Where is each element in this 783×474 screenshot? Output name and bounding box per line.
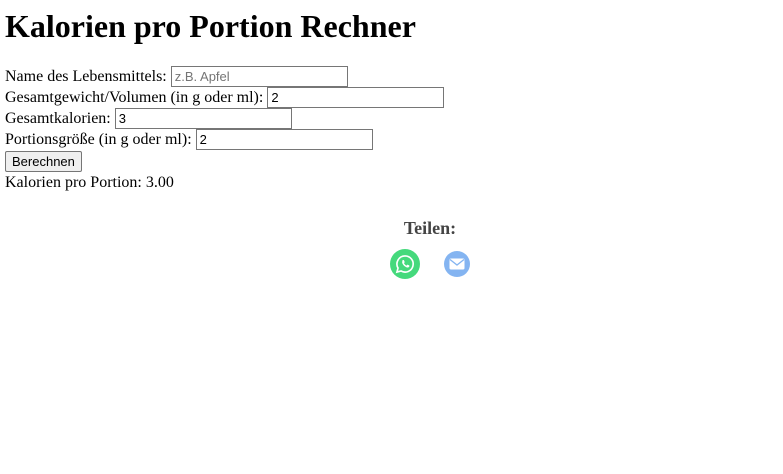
share-title: Teilen: <box>403 218 457 238</box>
food-name-input[interactable] <box>170 66 348 87</box>
calculate-row: Berechnen <box>5 151 778 172</box>
portion-size-input[interactable] <box>195 129 373 150</box>
envelope-glyph <box>449 258 465 270</box>
calculate-button[interactable]: Berechnen <box>5 151 82 172</box>
total-weight-label: Gesamtgewicht/Volumen (in g oder ml): <box>5 88 264 106</box>
portion-size-row: Portionsgröße (in g oder ml): <box>5 129 778 150</box>
total-calories-input[interactable] <box>114 108 292 129</box>
page: Kalorien pro Portion Rechner Name des Le… <box>0 8 783 474</box>
portion-size-label: Portionsgröße (in g oder ml): <box>5 130 192 148</box>
total-weight-input[interactable] <box>267 87 445 108</box>
share-section: Teilen: <box>375 218 485 279</box>
whatsapp-glyph <box>395 255 414 274</box>
food-name-row: Name des Lebensmittels: <box>5 66 778 87</box>
email-icon[interactable] <box>444 251 470 277</box>
total-weight-row: Gesamtgewicht/Volumen (in g oder ml): <box>5 87 778 108</box>
page-title: Kalorien pro Portion Rechner <box>5 8 416 44</box>
total-calories-row: Gesamtkalorien: <box>5 108 778 129</box>
total-calories-label: Gesamtkalorien: <box>5 109 111 127</box>
share-icons <box>375 249 485 279</box>
food-name-label: Name des Lebensmittels: <box>5 67 167 85</box>
result-text: Kalorien pro Portion: 3.00 <box>5 174 174 191</box>
whatsapp-icon[interactable] <box>390 249 420 279</box>
